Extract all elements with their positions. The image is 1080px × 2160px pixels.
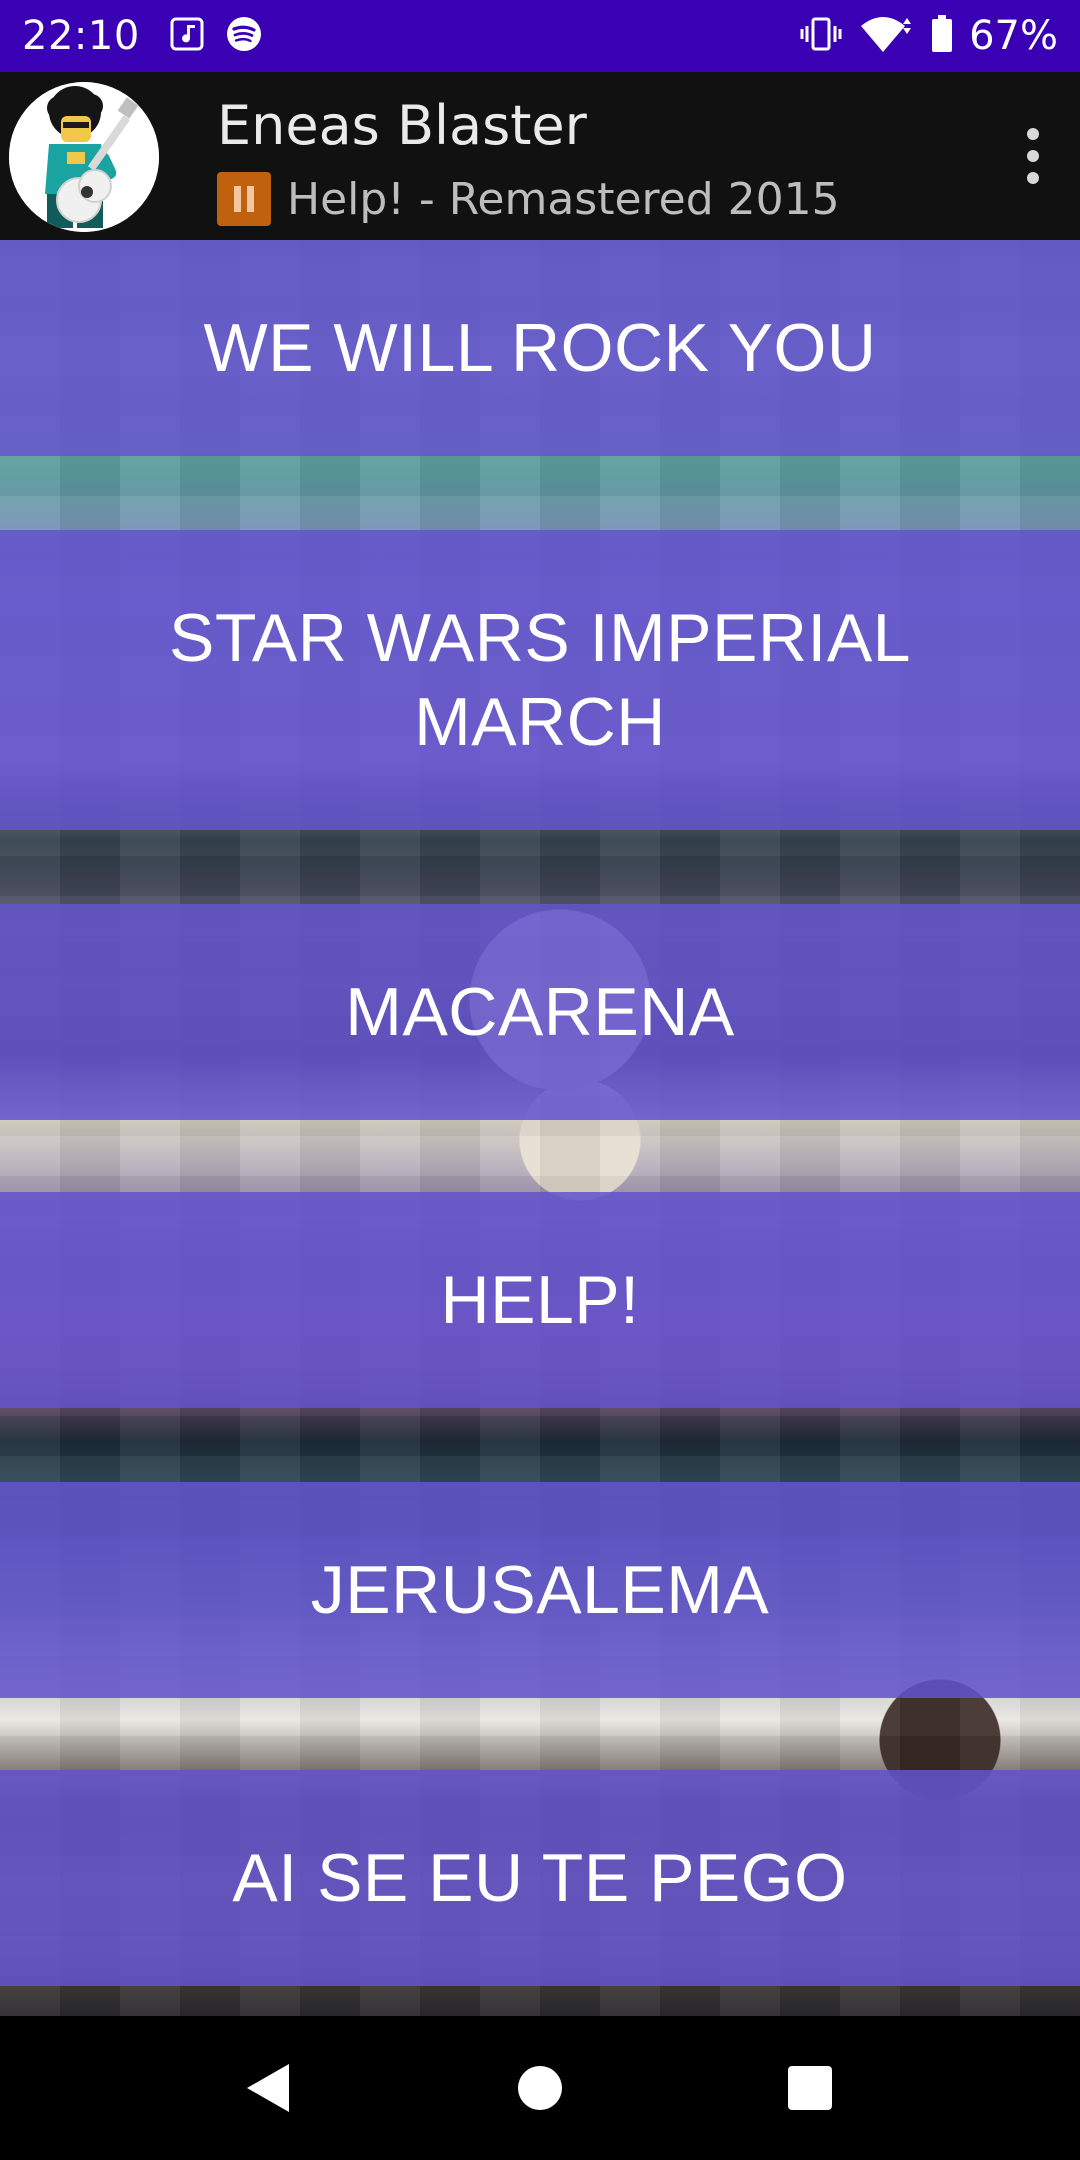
app-logo-avatar: [9, 82, 159, 232]
now-playing[interactable]: Help! - Remastered 2015: [217, 172, 840, 226]
song-button-star-wars-imperial-march[interactable]: STAR WARS IMPERIAL MARCH: [0, 530, 1080, 830]
pause-icon[interactable]: [217, 172, 271, 226]
recents-button[interactable]: [774, 2052, 846, 2124]
battery-percentage: 67%: [969, 13, 1058, 59]
song-button-jerusalema[interactable]: JERUSALEMA: [0, 1482, 1080, 1698]
battery-icon: [931, 15, 953, 57]
song-button-ai-se-eu-te-pego[interactable]: AI SE EU TE PEGO: [0, 1770, 1080, 1986]
back-button[interactable]: [232, 2052, 304, 2124]
now-playing-track: Help! - Remastered 2015: [287, 173, 840, 225]
vibrate-icon: [799, 16, 843, 56]
menu-dot: [1027, 150, 1039, 162]
spotify-icon: [226, 16, 262, 56]
song-button-help[interactable]: HELP!: [0, 1192, 1080, 1408]
music-note-icon: [170, 17, 204, 55]
home-button[interactable]: [504, 2052, 576, 2124]
song-button-macarena[interactable]: MACARENA: [0, 904, 1080, 1120]
notification-icons: [170, 16, 262, 56]
song-button-we-will-rock-you[interactable]: WE WILL ROCK YOU: [0, 240, 1080, 456]
song-list: WE WILL ROCK YOU STAR WARS IMPERIAL MARC…: [0, 240, 1080, 2016]
overflow-menu-button[interactable]: [1026, 128, 1040, 184]
home-icon: [518, 2066, 562, 2110]
wifi-icon: [859, 14, 915, 58]
menu-dot: [1027, 128, 1039, 140]
recents-icon: [788, 2066, 832, 2110]
system-icons: 67%: [799, 13, 1058, 59]
app-title: Eneas Blaster: [217, 94, 587, 157]
menu-dot: [1027, 172, 1039, 184]
status-bar: 22:10 67%: [0, 0, 1080, 72]
status-time: 22:10: [22, 13, 140, 59]
back-icon: [247, 2064, 289, 2112]
app-bar: Eneas Blaster Help! - Remastered 2015: [0, 72, 1080, 240]
screen: 22:10 67% Eneas Blaster Help! - Remaster…: [0, 0, 1080, 2160]
navigation-bar: [0, 2016, 1080, 2160]
